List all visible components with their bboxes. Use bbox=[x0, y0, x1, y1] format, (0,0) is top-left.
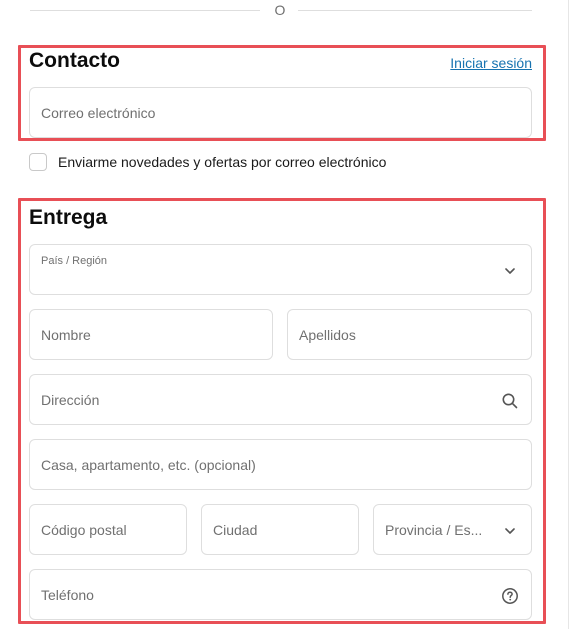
last-name-placeholder: Apellidos bbox=[299, 327, 356, 343]
postal-code-placeholder: Código postal bbox=[41, 522, 127, 538]
phone-field[interactable]: Teléfono bbox=[29, 569, 532, 620]
login-link[interactable]: Iniciar sesión bbox=[450, 55, 532, 71]
address-field[interactable]: Dirección bbox=[29, 374, 532, 425]
first-name-placeholder: Nombre bbox=[41, 327, 91, 343]
delivery-title: Entrega bbox=[29, 206, 108, 229]
apartment-field[interactable]: Casa, apartamento, etc. (opcional) bbox=[29, 439, 532, 490]
newsletter-checkbox[interactable] bbox=[29, 153, 47, 171]
page-edge bbox=[568, 0, 569, 629]
divider-text: O bbox=[274, 2, 286, 18]
divider-line-left bbox=[30, 10, 260, 11]
country-select[interactable]: País / Región bbox=[29, 244, 532, 295]
divider-line-right bbox=[298, 10, 532, 11]
first-name-field[interactable]: Nombre bbox=[29, 309, 273, 360]
or-divider: O bbox=[30, 0, 532, 22]
city-field[interactable]: Ciudad bbox=[201, 504, 359, 555]
email-field[interactable]: Correo electrónico bbox=[29, 87, 532, 138]
address-placeholder: Dirección bbox=[41, 392, 100, 408]
last-name-field[interactable]: Apellidos bbox=[287, 309, 532, 360]
contact-title: Contacto bbox=[29, 49, 120, 72]
province-placeholder: Provincia / Es... bbox=[385, 522, 483, 538]
city-placeholder: Ciudad bbox=[213, 522, 258, 538]
postal-code-field[interactable]: Código postal bbox=[29, 504, 187, 555]
email-placeholder: Correo electrónico bbox=[41, 105, 156, 121]
chevron-down-icon bbox=[501, 522, 519, 540]
phone-placeholder: Teléfono bbox=[41, 587, 94, 603]
chevron-down-icon bbox=[501, 262, 519, 280]
apartment-placeholder: Casa, apartamento, etc. (opcional) bbox=[41, 457, 256, 473]
country-label: País / Región bbox=[41, 255, 108, 267]
help-circle-icon[interactable] bbox=[501, 587, 519, 605]
province-select[interactable]: Provincia / Es... bbox=[373, 504, 532, 555]
newsletter-label: Enviarme novedades y ofertas por correo … bbox=[58, 154, 387, 170]
search-icon bbox=[501, 392, 519, 410]
checkout-form-page: O Contacto Iniciar sesión Correo electró… bbox=[0, 0, 572, 629]
